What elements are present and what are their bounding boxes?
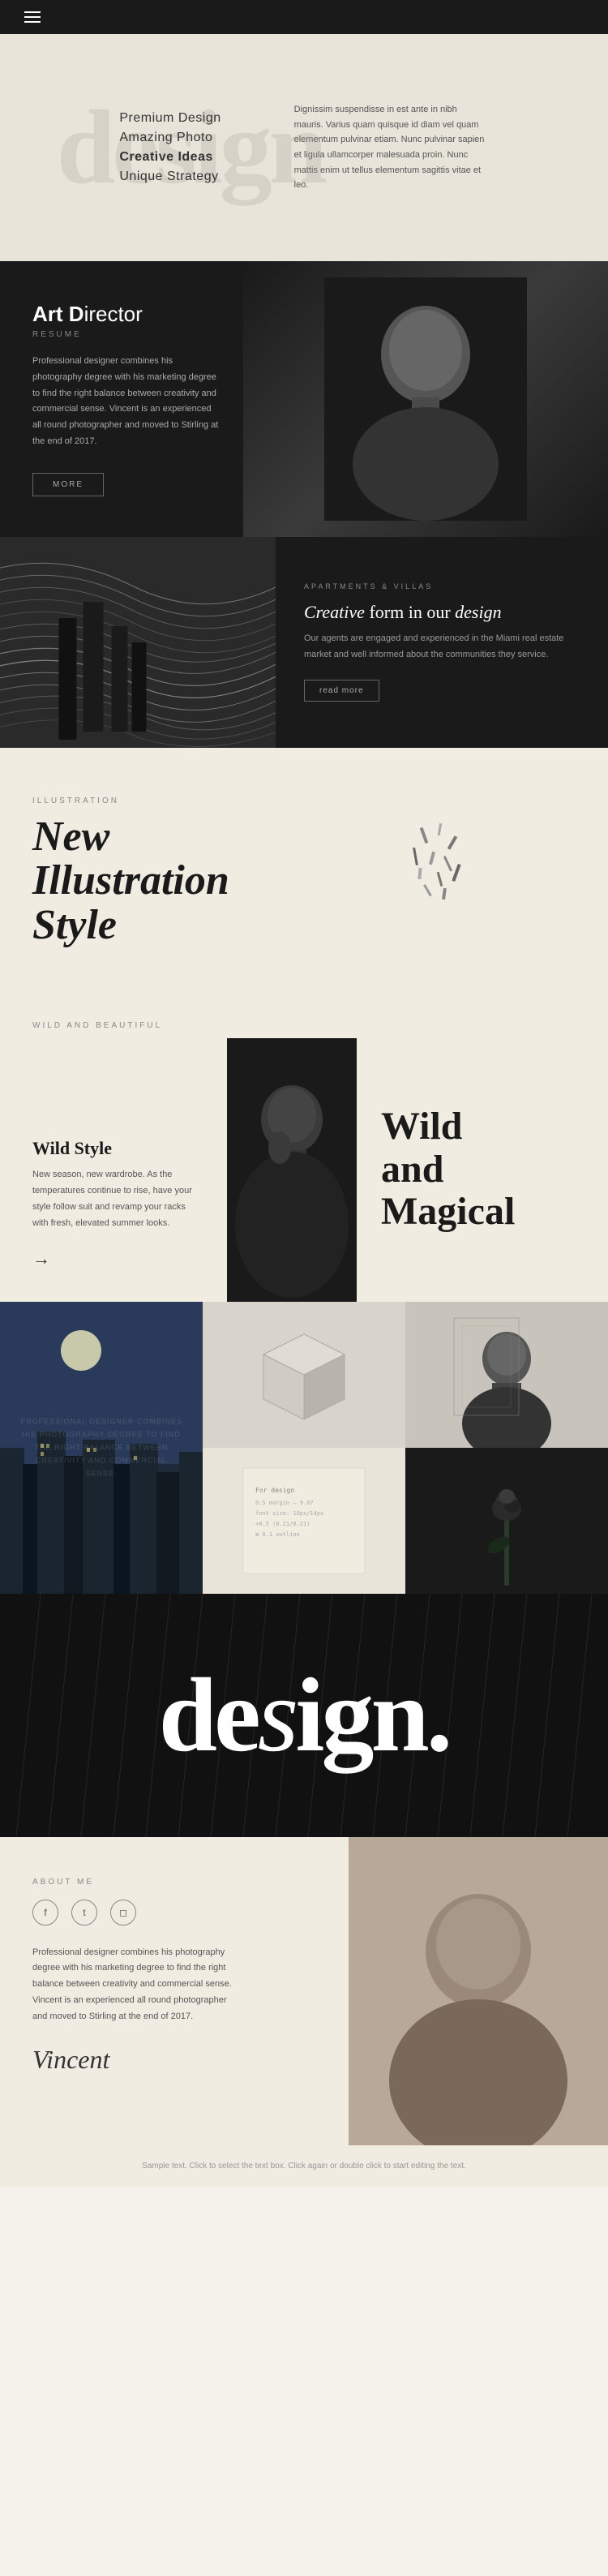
wild-card-title: Wild Style bbox=[32, 1138, 195, 1159]
signature: Vincent bbox=[32, 2045, 316, 2075]
illustration-shapes-svg bbox=[358, 819, 479, 925]
creative-text-block: Apartments & Villas Creative form in our… bbox=[276, 537, 608, 748]
creative-form-section: Apartments & Villas Creative form in our… bbox=[0, 537, 608, 748]
ham-line-1 bbox=[24, 11, 41, 13]
portrait-svg bbox=[324, 277, 527, 521]
about-image-overlay: Creative form in our design bbox=[349, 1837, 608, 2145]
wave-svg bbox=[0, 537, 276, 748]
menu-item-amazing[interactable]: Amazing Photo bbox=[119, 131, 221, 145]
overlay-text: Professional designer combines his photo… bbox=[20, 1415, 182, 1480]
menu-item-premium[interactable]: Premium Design bbox=[119, 111, 221, 126]
ham-line-3 bbox=[24, 21, 41, 23]
instagram-icon[interactable]: ◻ bbox=[110, 1900, 136, 1926]
photo-cell-note: For design 0.5 margin — 9.07 font size: … bbox=[203, 1448, 405, 1594]
about-right-image: Creative form in our design bbox=[349, 1837, 608, 2145]
hero-description: Dignissim suspendisse in est ante in nib… bbox=[294, 102, 489, 193]
wild-content: Wild Style New season, new wardrobe. As … bbox=[0, 1038, 608, 1302]
design-big-text-container: design. bbox=[159, 1655, 450, 1776]
wild-portrait-svg bbox=[227, 1038, 357, 1298]
about-section: About Me f t ◻ Professional designer com… bbox=[0, 1837, 608, 2145]
hero-section: design Premium Design Amazing Photo Crea… bbox=[0, 34, 608, 261]
design-big-section: design. bbox=[0, 1594, 608, 1837]
photo-cell-person bbox=[405, 1302, 608, 1448]
photo-cell-city: Professional designer combines his photo… bbox=[0, 1302, 203, 1594]
note-svg: For design 0.5 margin — 9.07 font size: … bbox=[203, 1448, 405, 1594]
rose-svg bbox=[405, 1448, 608, 1594]
hero-menu: Premium Design Amazing Photo Creative Id… bbox=[119, 111, 221, 184]
footer-note-text: Sample text. Click to select the text bo… bbox=[32, 2162, 576, 2170]
wild-center-image bbox=[227, 1038, 357, 1302]
creative-apartments-subtitle: Apartments & Villas bbox=[304, 582, 580, 590]
svg-text:⊠ 0.1 outline: ⊠ 0.1 outline bbox=[255, 1531, 300, 1538]
art-director-portrait bbox=[243, 261, 608, 537]
creative-image bbox=[0, 537, 276, 748]
art-director-description: Professional designer combines his photo… bbox=[32, 354, 219, 450]
svg-text:font size: 10px/14px: font size: 10px/14px bbox=[255, 1510, 323, 1517]
creative-description: Our agents are engaged and experienced i… bbox=[304, 631, 580, 663]
menu-item-unique[interactable]: Unique Strategy bbox=[119, 170, 221, 184]
photo-grid-section: Professional designer combines his photo… bbox=[0, 1302, 608, 1594]
ham-line-2 bbox=[24, 16, 41, 18]
art-director-section: Art Director Resume Professional designe… bbox=[0, 261, 608, 537]
about-left: About Me f t ◻ Professional designer com… bbox=[0, 1837, 349, 2145]
wild-left: Wild Style New season, new wardrobe. As … bbox=[0, 1038, 227, 1302]
wild-right: WildandMagical bbox=[357, 1038, 608, 1302]
hamburger-menu[interactable] bbox=[24, 11, 41, 23]
photo-cell-cube bbox=[203, 1302, 405, 1448]
about-social: f t ◻ bbox=[32, 1900, 316, 1926]
about-description: Professional designer combines his photo… bbox=[32, 1945, 243, 2025]
illustration-label: Illustration bbox=[32, 796, 229, 805]
footer-note: Sample text. Click to select the text bo… bbox=[0, 2145, 608, 2187]
illustration-text: Illustration New Illustration Style bbox=[32, 796, 229, 948]
wild-arrow-link[interactable]: → bbox=[32, 1248, 195, 1269]
art-director-title: Art Director bbox=[32, 302, 219, 327]
illustration-decoration bbox=[262, 819, 576, 925]
cube-svg bbox=[203, 1302, 405, 1448]
design-big-text: design. bbox=[159, 1657, 450, 1774]
portrait-placeholder bbox=[243, 261, 608, 537]
person-svg bbox=[405, 1302, 608, 1448]
about-portrait-svg bbox=[349, 1837, 608, 2145]
svg-text:+0.5 (0.21/0.21): +0.5 (0.21/0.21) bbox=[255, 1521, 310, 1527]
svg-text:0.5 margin — 9.07: 0.5 margin — 9.07 bbox=[255, 1500, 314, 1506]
hero-menu-container: Premium Design Amazing Photo Creative Id… bbox=[119, 106, 221, 189]
facebook-icon[interactable]: f bbox=[32, 1900, 58, 1926]
wild-section: Wild and Beautiful Wild Style New season… bbox=[0, 997, 608, 1302]
more-button[interactable]: MORE bbox=[32, 473, 104, 496]
menu-item-creative[interactable]: Creative Ideas bbox=[119, 150, 221, 165]
illustration-title: New Illustration Style bbox=[32, 815, 229, 948]
svg-text:For design: For design bbox=[255, 1487, 294, 1494]
art-director-subtitle: Resume bbox=[32, 330, 219, 339]
creative-title: Creative form in our design bbox=[304, 602, 580, 623]
twitter-icon[interactable]: t bbox=[71, 1900, 97, 1926]
illustration-section: Illustration New Illustration Style bbox=[0, 748, 608, 997]
wild-label: Wild and Beautiful bbox=[0, 997, 608, 1038]
wild-card-desc: New season, new wardrobe. As the tempera… bbox=[32, 1167, 195, 1231]
art-director-left: Art Director Resume Professional designe… bbox=[0, 261, 243, 537]
read-more-button[interactable]: read more bbox=[304, 680, 379, 702]
photo-cell-rose bbox=[405, 1448, 608, 1594]
wild-section-title: WildandMagical bbox=[381, 1106, 584, 1234]
nav-bar bbox=[0, 0, 608, 34]
about-label: About Me bbox=[32, 1878, 316, 1887]
